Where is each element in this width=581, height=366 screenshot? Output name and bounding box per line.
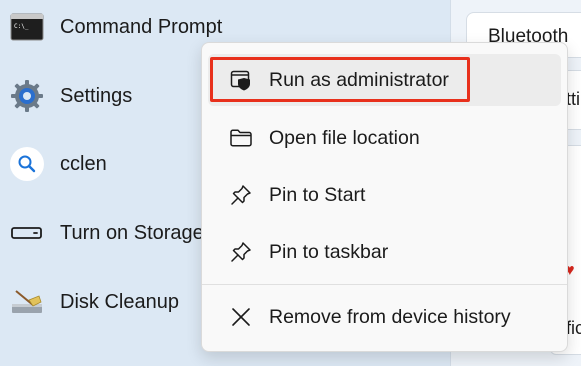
pin-icon (228, 239, 254, 265)
clipped-text-fragment: ttir (566, 89, 581, 109)
menu-item-label: Run as administrator (269, 68, 449, 91)
app-label: cclen (60, 152, 107, 175)
menu-item-label: Remove from device history (269, 305, 511, 328)
menu-item-label: Open file location (269, 126, 420, 149)
menu-item-pin-to-start[interactable]: Pin to Start (208, 169, 561, 221)
menu-item-open-file-location[interactable]: Open file location (208, 112, 561, 164)
clipped-text-fragment: fic (566, 318, 581, 338)
pin-icon (228, 182, 254, 208)
menu-item-pin-to-taskbar[interactable]: Pin to taskbar (208, 226, 561, 278)
menu-item-run-as-administrator[interactable]: Run as administrator (208, 54, 561, 106)
menu-item-label: Pin to taskbar (269, 240, 389, 263)
command-prompt-icon: C:\_ (8, 8, 46, 46)
disk-cleanup-icon (8, 283, 46, 321)
context-menu: Run as administrator Open file location … (201, 42, 568, 352)
menu-item-remove-from-device-history[interactable]: Remove from device history (208, 291, 561, 343)
folder-icon (228, 125, 254, 151)
shield-icon (228, 67, 254, 93)
app-label: Disk Cleanup (60, 290, 179, 313)
storage-drive-icon (8, 214, 46, 252)
search-icon (8, 145, 46, 183)
app-label: Turn on Storage (60, 221, 204, 244)
app-label: Settings (60, 84, 133, 107)
menu-divider (202, 284, 567, 285)
app-label: Command Prompt (60, 15, 223, 38)
menu-item-label: Pin to Start (269, 183, 366, 206)
settings-gear-icon (8, 77, 46, 115)
svg-text:C:\_: C:\_ (14, 23, 29, 30)
close-icon (228, 304, 254, 330)
